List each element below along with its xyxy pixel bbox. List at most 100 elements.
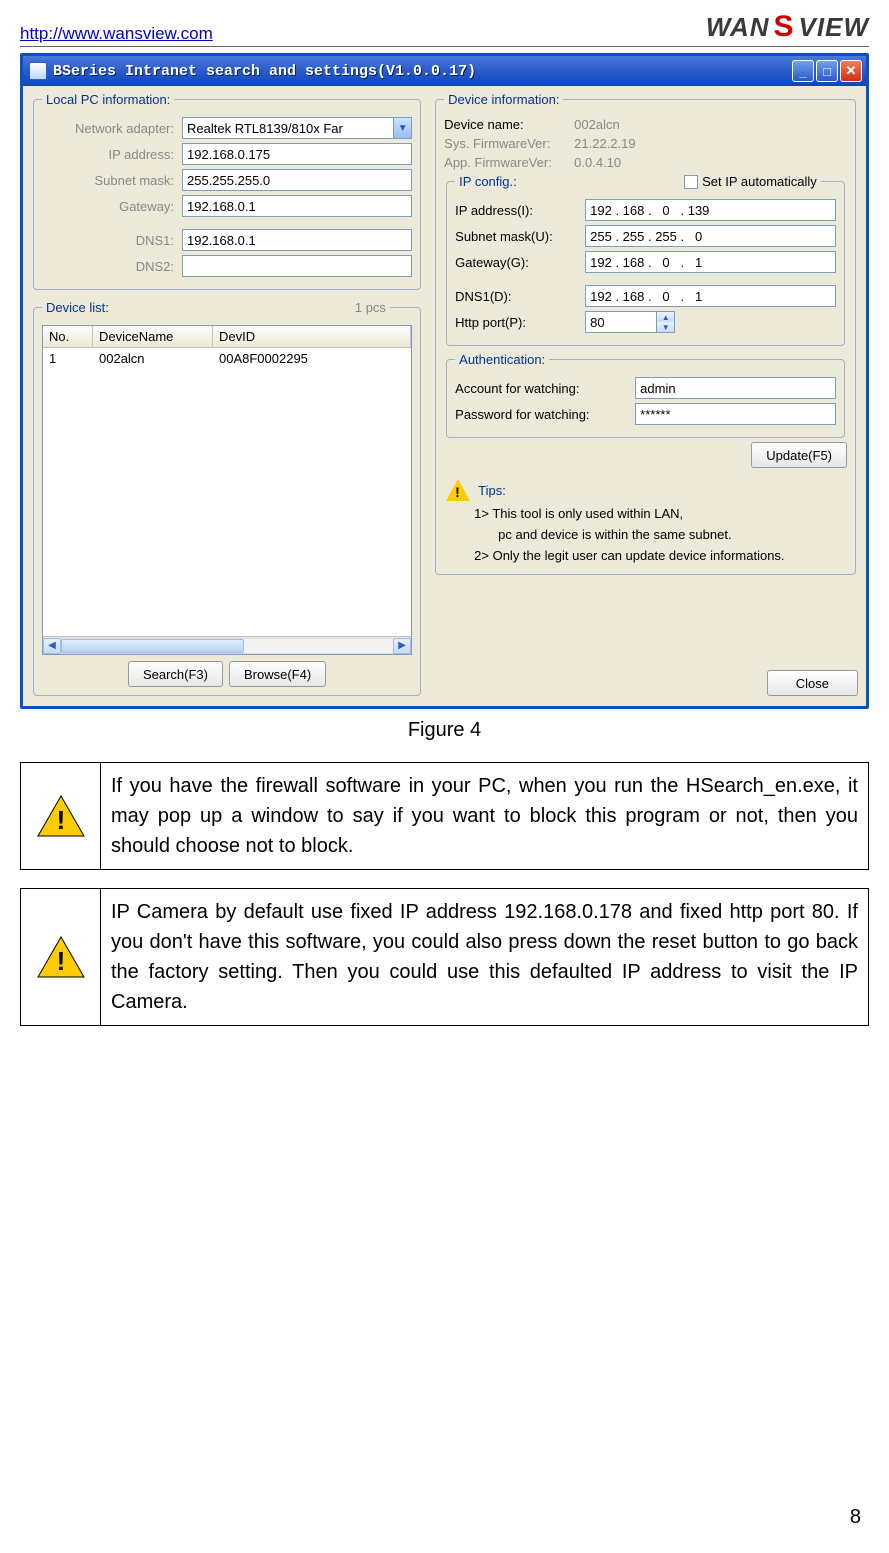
device-list-header-row: No. DeviceName DevID xyxy=(43,326,411,348)
checkbox-icon[interactable] xyxy=(684,175,698,189)
row-id: 00A8F0002295 xyxy=(213,351,411,366)
row-name: 002alcn xyxy=(93,351,213,366)
dev-gateway-label: Gateway(G): xyxy=(455,255,585,270)
tip-line-1: 1> This tool is only used within LAN, xyxy=(474,504,847,525)
svg-text:!: ! xyxy=(56,805,65,835)
sysfw-value: 21.22.2.19 xyxy=(574,136,635,151)
tips-heading: Tips: xyxy=(478,483,506,498)
account-input[interactable] xyxy=(635,377,836,399)
chevron-down-icon[interactable]: ▼ xyxy=(394,117,412,139)
maximize-button[interactable]: □ xyxy=(816,60,838,82)
browse-button[interactable]: Browse(F4) xyxy=(229,661,326,687)
search-settings-window: BSeries Intranet search and settings(V1.… xyxy=(20,53,869,709)
col-no[interactable]: No. xyxy=(43,326,93,347)
dev-port-label: Http port(P): xyxy=(455,315,585,330)
col-device-id[interactable]: DevID xyxy=(213,326,411,347)
note1-text: If you have the firewall software in you… xyxy=(101,763,869,870)
warning-icon: ! xyxy=(36,794,86,838)
appfw-label: App. FirmwareVer: xyxy=(444,155,574,170)
warning-icon: ! xyxy=(36,935,86,979)
horizontal-scrollbar[interactable]: ◀ ▶ xyxy=(43,636,411,654)
ip-address-label: IP address: xyxy=(42,147,182,162)
tips-block: Tips: 1> This tool is only used within L… xyxy=(444,472,847,566)
local-gateway-input[interactable] xyxy=(182,195,412,217)
spinner-up-icon[interactable]: ▲ xyxy=(657,312,674,322)
dev-dns1-label: DNS1(D): xyxy=(455,289,585,304)
device-info-legend: Device information: xyxy=(444,92,563,107)
scroll-left-icon[interactable]: ◀ xyxy=(43,638,61,654)
figure-caption: Figure 4 xyxy=(20,719,869,742)
dev-subnet-label: Subnet mask(U): xyxy=(455,229,585,244)
spinner-down-icon[interactable]: ▼ xyxy=(657,322,674,332)
device-list-title: Device list: xyxy=(46,300,109,315)
auth-group: Authentication: Account for watching: Pa… xyxy=(446,352,845,438)
window-titlebar[interactable]: BSeries Intranet search and settings(V1.… xyxy=(23,56,866,86)
note2-text: IP Camera by default use fixed IP addres… xyxy=(101,889,869,1026)
close-window-button[interactable]: ✕ xyxy=(840,60,862,82)
local-pc-group: Local PC information: Network adapter: ▼… xyxy=(33,92,421,290)
tips-warning-icon xyxy=(444,476,472,504)
account-label: Account for watching: xyxy=(455,381,635,396)
device-list-box[interactable]: No. DeviceName DevID 1 002alcn 00A8F0002… xyxy=(42,325,412,655)
dev-subnet-input[interactable] xyxy=(585,225,836,247)
scroll-track[interactable] xyxy=(61,638,393,654)
device-list-legend: Device list: 1 pcs xyxy=(42,300,390,315)
auth-legend: Authentication: xyxy=(455,352,549,367)
page-header: http://www.wansview.com WAN S VIEW xyxy=(20,10,869,47)
dev-gateway-input[interactable] xyxy=(585,251,836,273)
table-row[interactable]: 1 002alcn 00A8F0002295 xyxy=(43,348,411,369)
update-button[interactable]: Update(F5) xyxy=(751,442,847,468)
dev-dns1-input[interactable] xyxy=(585,285,836,307)
note-table-1: ! If you have the firewall software in y… xyxy=(20,762,869,870)
wansview-url-link[interactable]: http://www.wansview.com xyxy=(20,24,213,44)
close-button[interactable]: Close xyxy=(767,670,858,696)
local-dns1-input[interactable] xyxy=(182,229,412,251)
logo-post: VIEW xyxy=(799,12,869,43)
sysfw-label: Sys. FirmwareVer: xyxy=(444,136,574,151)
col-device-name[interactable]: DeviceName xyxy=(93,326,213,347)
device-count: 1 pcs xyxy=(355,300,386,315)
set-ip-auto-checkbox[interactable]: Set IP automatically xyxy=(684,174,817,189)
local-dns2-input[interactable] xyxy=(182,255,412,277)
logo-pre: WAN xyxy=(706,12,770,43)
logo-s-icon: S xyxy=(772,10,797,44)
wansview-logo: WAN S VIEW xyxy=(706,10,869,44)
tip-line-1b: pc and device is within the same subnet. xyxy=(498,525,847,546)
device-list-group: Device list: 1 pcs No. DeviceName DevID … xyxy=(33,300,421,696)
network-adapter-label: Network adapter: xyxy=(42,121,182,136)
local-subnet-input[interactable] xyxy=(182,169,412,191)
http-port-input[interactable] xyxy=(585,311,657,333)
row-no: 1 xyxy=(43,351,93,366)
local-ip-input[interactable] xyxy=(182,143,412,165)
note-table-2: ! IP Camera by default use fixed IP addr… xyxy=(20,888,869,1026)
subnet-mask-label: Subnet mask: xyxy=(42,173,182,188)
appfw-value: 0.0.4.10 xyxy=(574,155,621,170)
dev-ip-input[interactable] xyxy=(585,199,836,221)
scroll-right-icon[interactable]: ▶ xyxy=(393,638,411,654)
svg-text:!: ! xyxy=(56,946,65,976)
device-name-value: 002alcn xyxy=(574,117,620,132)
minimize-button[interactable]: _ xyxy=(792,60,814,82)
device-name-label: Device name: xyxy=(444,117,574,132)
password-label: Password for watching: xyxy=(455,407,635,422)
network-adapter-select[interactable] xyxy=(182,117,394,139)
dev-ip-label: IP address(I): xyxy=(455,203,585,218)
dns2-label: DNS2: xyxy=(42,259,182,274)
app-icon xyxy=(29,62,47,80)
window-title: BSeries Intranet search and settings(V1.… xyxy=(53,63,476,80)
note2-icon-cell: ! xyxy=(21,889,101,1026)
scroll-thumb[interactable] xyxy=(61,639,244,653)
set-ip-auto-label: Set IP automatically xyxy=(702,174,817,189)
local-pc-legend: Local PC information: xyxy=(42,92,174,107)
password-input[interactable] xyxy=(635,403,836,425)
search-button[interactable]: Search(F3) xyxy=(128,661,223,687)
port-spinner[interactable]: ▲ ▼ xyxy=(657,311,675,333)
ip-config-legend: IP config.: Set IP automatically xyxy=(455,174,821,189)
page-number: 8 xyxy=(850,1506,861,1529)
gateway-label: Gateway: xyxy=(42,199,182,214)
dns1-label: DNS1: xyxy=(42,233,182,248)
note1-icon-cell: ! xyxy=(21,763,101,870)
tip-line-2: 2> Only the legit user can update device… xyxy=(474,546,847,567)
ip-config-title: IP config.: xyxy=(459,174,517,189)
device-info-group: Device information: Device name: 002alcn… xyxy=(435,92,856,575)
